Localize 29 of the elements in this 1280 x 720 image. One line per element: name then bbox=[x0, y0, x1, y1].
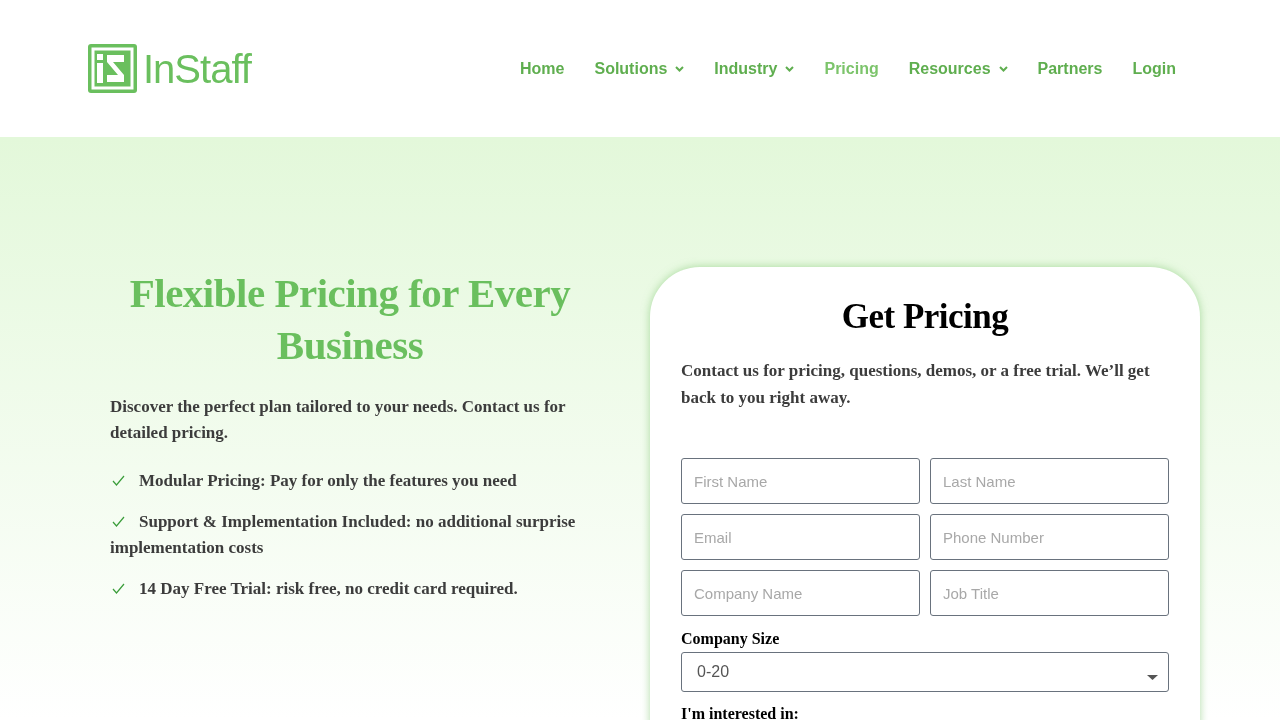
check-icon bbox=[112, 516, 125, 527]
check-icon bbox=[112, 475, 125, 486]
field-label: Company Size bbox=[681, 629, 781, 649]
logo-icon bbox=[88, 44, 137, 93]
check-icon bbox=[112, 583, 125, 594]
input-field[interactable]: Email bbox=[681, 514, 920, 560]
feature-item: Support & Implementation Included: no additional surprise implementation costs bbox=[110, 511, 577, 559]
nav-link[interactable]: Resources bbox=[908, 56, 1008, 81]
nav-link[interactable]: Industry bbox=[714, 56, 795, 81]
feature-item: 14 Day Free Trial: risk free, no credit card required. bbox=[110, 576, 590, 602]
input-field[interactable]: Company Name bbox=[681, 570, 920, 616]
input-field[interactable]: Last Name bbox=[930, 458, 1169, 504]
company-size-select[interactable]: 0-20 bbox=[681, 652, 1169, 692]
hero-description: Discover the perfect plan tailored to your needs. Contact us for detailed pricing. bbox=[110, 396, 567, 444]
input-field[interactable]: Phone Number bbox=[930, 514, 1169, 560]
logo-text: InStaff bbox=[143, 48, 251, 89]
nav-link[interactable]: Solutions bbox=[594, 56, 685, 81]
nav-link[interactable]: Home bbox=[520, 56, 565, 81]
nav-link[interactable]: Login bbox=[1132, 56, 1176, 81]
form-description: Contact us for pricing, questions, demos, or a free trial. We’ll get back to you right away. bbox=[681, 360, 1151, 409]
form-heading: Get Pricing bbox=[840, 296, 1010, 338]
input-field[interactable]: First Name bbox=[681, 458, 920, 504]
caret-down-icon bbox=[1147, 674, 1158, 680]
feature-item: Modular Pricing: Pay for only the features you need bbox=[110, 468, 590, 494]
nav-link[interactable]: Partners bbox=[1037, 56, 1103, 81]
input-field[interactable]: Job Title bbox=[930, 570, 1169, 616]
nav-link[interactable]: Pricing bbox=[824, 56, 879, 81]
field-label: I'm interested in: bbox=[681, 704, 800, 720]
hero-heading: Flexible Pricing for Every Business bbox=[128, 269, 572, 370]
